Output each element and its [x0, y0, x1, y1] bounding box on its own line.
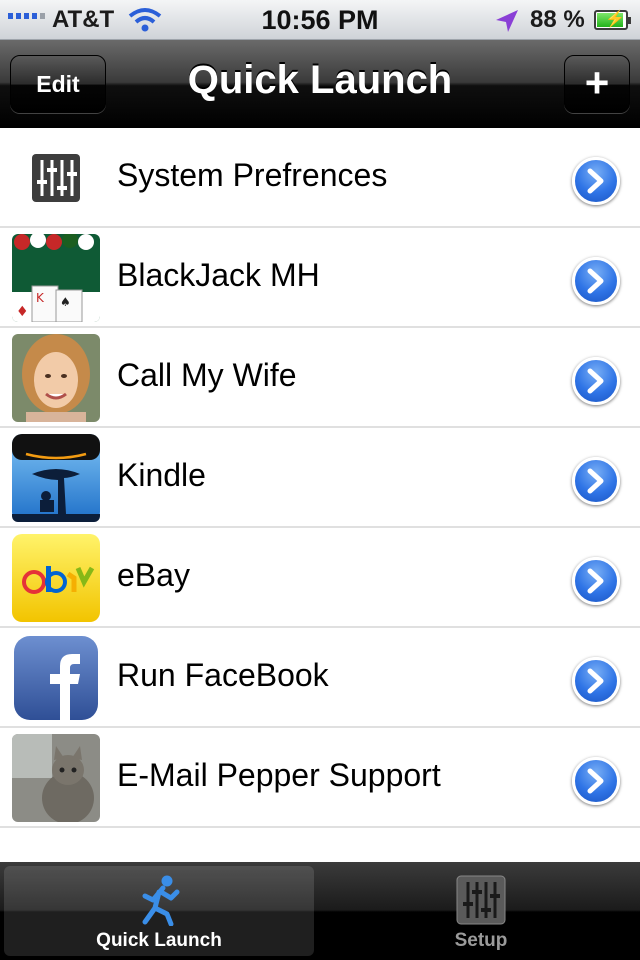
status-bar: AT&T 10:56 PM 88 % ⚡ [0, 0, 640, 40]
cat-photo-icon [12, 734, 100, 822]
battery-percent: 88 % [530, 6, 585, 33]
sliders-icon [12, 134, 100, 222]
list-item-label: Kindle [117, 457, 206, 493]
list-item-label: BlackJack MH [117, 257, 320, 293]
chevron-right-icon[interactable] [572, 157, 620, 205]
page-title: Quick Launch [187, 58, 453, 102]
list-item[interactable]: eBay [0, 528, 640, 628]
tab-bar: Quick Launch Setup [0, 862, 640, 960]
list-item[interactable]: Kindle [0, 428, 640, 528]
chevron-right-icon[interactable] [572, 457, 620, 505]
launch-list: System Prefrences K ♠ ♦ BlackJack MH Cal… [0, 128, 640, 828]
chevron-right-icon[interactable] [572, 757, 620, 805]
chevron-right-icon[interactable] [572, 357, 620, 405]
location-arrow-icon [496, 10, 518, 32]
list-empty-area [0, 828, 640, 862]
list-item[interactable]: Call My Wife [0, 328, 640, 428]
list-item-label: Call My Wife [117, 357, 297, 393]
tab-label: Setup [454, 930, 508, 951]
tab-setup[interactable]: Setup [326, 866, 636, 956]
navigation-bar: Edit Quick Launch + [0, 40, 640, 128]
chevron-right-icon[interactable] [572, 557, 620, 605]
list-item[interactable]: System Prefrences [0, 128, 640, 228]
tab-quick-launch[interactable]: Quick Launch [4, 866, 314, 956]
list-item-label: System Prefrences [117, 157, 388, 193]
kindle-icon [12, 434, 100, 522]
svg-text:♠: ♠ [60, 295, 71, 309]
list-item-label: eBay [117, 557, 190, 593]
battery-icon: ⚡ [594, 10, 631, 30]
blackjack-icon: K ♠ ♦ [12, 234, 100, 322]
sliders-icon [456, 875, 506, 925]
list-item[interactable]: K ♠ ♦ BlackJack MH [0, 228, 640, 328]
svg-text:♦: ♦ [16, 304, 29, 320]
svg-text:K: K [36, 291, 45, 305]
list-item-label: E-Mail Pepper Support [117, 757, 441, 793]
list-item-label: Run FaceBook [117, 657, 329, 693]
contact-photo-icon [12, 334, 100, 422]
add-button[interactable]: + [564, 55, 630, 113]
chevron-right-icon[interactable] [572, 257, 620, 305]
chevron-right-icon[interactable] [572, 657, 620, 705]
list-item[interactable]: E-Mail Pepper Support [0, 728, 640, 828]
running-man-icon [142, 875, 180, 926]
list-item[interactable]: Run FaceBook [0, 628, 640, 728]
facebook-icon [12, 634, 100, 722]
ebay-icon [12, 534, 100, 622]
tab-label: Quick Launch [96, 930, 222, 951]
